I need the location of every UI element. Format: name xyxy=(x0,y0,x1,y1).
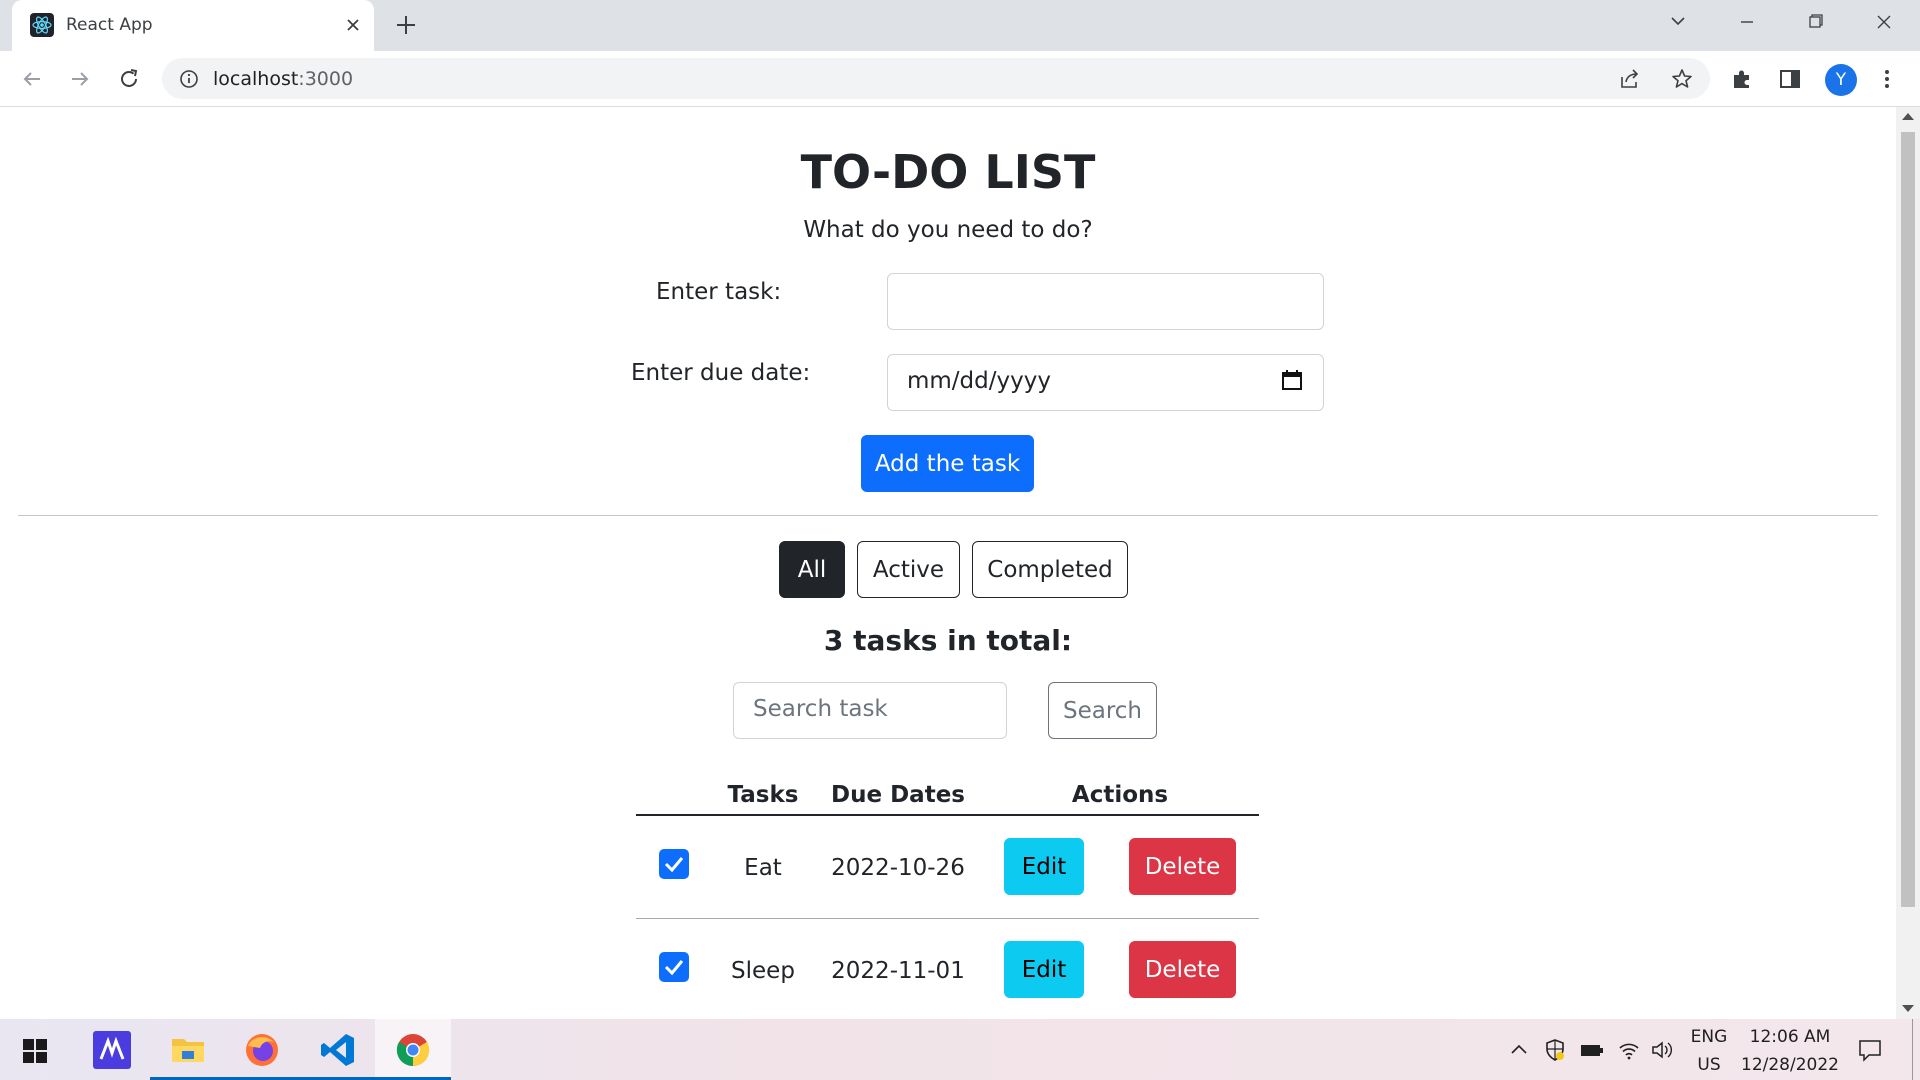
task-checkbox[interactable] xyxy=(659,849,689,879)
menu-dots-icon[interactable] xyxy=(1873,65,1901,93)
close-window-icon[interactable] xyxy=(1866,8,1902,36)
task-due-date: 2022-10-26 xyxy=(831,855,965,881)
minimize-icon[interactable] xyxy=(1729,8,1765,36)
scroll-down-arrow[interactable] xyxy=(1902,1005,1914,1012)
back-arrow-icon[interactable] xyxy=(18,65,46,93)
profile-avatar[interactable]: Y xyxy=(1825,64,1857,96)
delete-button[interactable]: Delete xyxy=(1129,838,1236,895)
browser-tab-bar: React App xyxy=(0,0,1920,51)
windows-start-icon xyxy=(23,1039,47,1063)
taskbar-chrome[interactable] xyxy=(375,1019,451,1080)
puzzle-icon[interactable] xyxy=(1728,65,1756,93)
app-logo-icon xyxy=(93,1031,131,1069)
clock-time[interactable]: 12:06 AM xyxy=(1740,1027,1840,1047)
header-tasks: Tasks xyxy=(727,782,799,808)
plus-icon[interactable] xyxy=(392,11,420,39)
search-button[interactable]: Search xyxy=(1048,682,1157,739)
language-code[interactable]: ENG xyxy=(1686,1027,1732,1047)
taskbar-vscode[interactable] xyxy=(300,1019,376,1080)
edit-button[interactable]: Edit xyxy=(1004,941,1084,998)
side-panel-icon[interactable] xyxy=(1776,65,1804,93)
task-name: Eat xyxy=(744,855,782,881)
header-actions: Actions xyxy=(1071,782,1169,808)
security-shield-icon[interactable] xyxy=(1543,1038,1567,1062)
url-host: localhost xyxy=(213,68,299,90)
firefox-icon xyxy=(246,1034,278,1066)
section-divider xyxy=(18,515,1878,516)
star-icon[interactable] xyxy=(1670,67,1694,91)
filter-completed-button[interactable]: Completed xyxy=(972,541,1128,598)
due-date-input[interactable]: mm/dd/yyyy xyxy=(887,354,1324,411)
page-subtitle: What do you need to do? xyxy=(803,217,1093,243)
language-region[interactable]: US xyxy=(1686,1055,1732,1075)
browser-tab[interactable]: React App xyxy=(12,0,374,51)
row-divider xyxy=(636,918,1259,919)
volume-icon[interactable] xyxy=(1650,1039,1674,1061)
vscode-icon xyxy=(321,1034,354,1066)
chevron-down-icon[interactable] xyxy=(1660,8,1696,36)
taskbar-file-explorer[interactable] xyxy=(150,1019,226,1080)
edit-button[interactable]: Edit xyxy=(1004,838,1084,895)
windows-taskbar: ENG US 12:06 AM 12/28/2022 xyxy=(0,1019,1920,1080)
clock-date[interactable]: 12/28/2022 xyxy=(1738,1055,1842,1075)
table-header-border xyxy=(636,814,1259,816)
header-due-dates: Due Dates xyxy=(831,782,965,808)
url-port: :3000 xyxy=(298,68,354,90)
delete-button[interactable]: Delete xyxy=(1129,941,1236,998)
info-icon[interactable] xyxy=(178,68,200,90)
battery-icon[interactable] xyxy=(1579,1039,1605,1061)
add-task-button[interactable]: Add the task xyxy=(861,435,1034,492)
scroll-up-arrow[interactable] xyxy=(1902,113,1914,120)
close-icon[interactable] xyxy=(341,13,365,37)
reload-icon[interactable] xyxy=(115,65,143,93)
due-date-label: Enter due date: xyxy=(631,360,811,386)
task-checkbox[interactable] xyxy=(659,952,689,982)
forward-arrow-icon[interactable] xyxy=(66,65,94,93)
calendar-icon[interactable] xyxy=(1281,369,1303,391)
checkmark-icon xyxy=(664,960,684,976)
show-desktop-divider[interactable] xyxy=(1912,1019,1913,1080)
notification-icon[interactable] xyxy=(1857,1037,1883,1063)
url-text: localhost:3000 xyxy=(213,68,353,90)
date-placeholder: mm/dd/yyyy xyxy=(907,368,1051,394)
task-total: 3 tasks in total: xyxy=(823,624,1073,657)
chrome-icon xyxy=(396,1034,430,1067)
wifi-icon[interactable] xyxy=(1617,1039,1641,1061)
task-input[interactable] xyxy=(887,273,1324,330)
address-bar[interactable]: localhost:3000 xyxy=(162,58,1710,99)
filter-active-button[interactable]: Active xyxy=(857,541,960,598)
filter-all-button[interactable]: All xyxy=(779,541,845,598)
share-icon[interactable] xyxy=(1618,67,1642,91)
file-explorer-icon xyxy=(172,1039,204,1062)
task-name: Sleep xyxy=(731,958,795,984)
react-logo-icon xyxy=(30,13,54,37)
browser-toolbar: localhost:3000 Y xyxy=(0,51,1920,107)
taskbar-app-1[interactable] xyxy=(75,1019,151,1080)
start-button[interactable] xyxy=(0,1019,76,1080)
page-title: TO-DO LIST xyxy=(800,145,1096,199)
task-label: Enter task: xyxy=(656,279,782,305)
taskbar-firefox[interactable] xyxy=(224,1019,300,1080)
search-placeholder: Search task xyxy=(753,696,888,722)
search-input[interactable]: Search task xyxy=(733,682,1007,739)
task-due-date: 2022-11-01 xyxy=(831,958,965,984)
checkmark-icon xyxy=(664,857,684,873)
tab-title: React App xyxy=(66,15,153,35)
page-scrollbar[interactable] xyxy=(1896,107,1920,1019)
page-content: TO-DO LIST What do you need to do? Enter… xyxy=(0,107,1896,1019)
scrollbar-thumb[interactable] xyxy=(1901,132,1915,907)
restore-icon[interactable] xyxy=(1797,8,1833,36)
chevron-up-icon[interactable] xyxy=(1508,1039,1530,1061)
